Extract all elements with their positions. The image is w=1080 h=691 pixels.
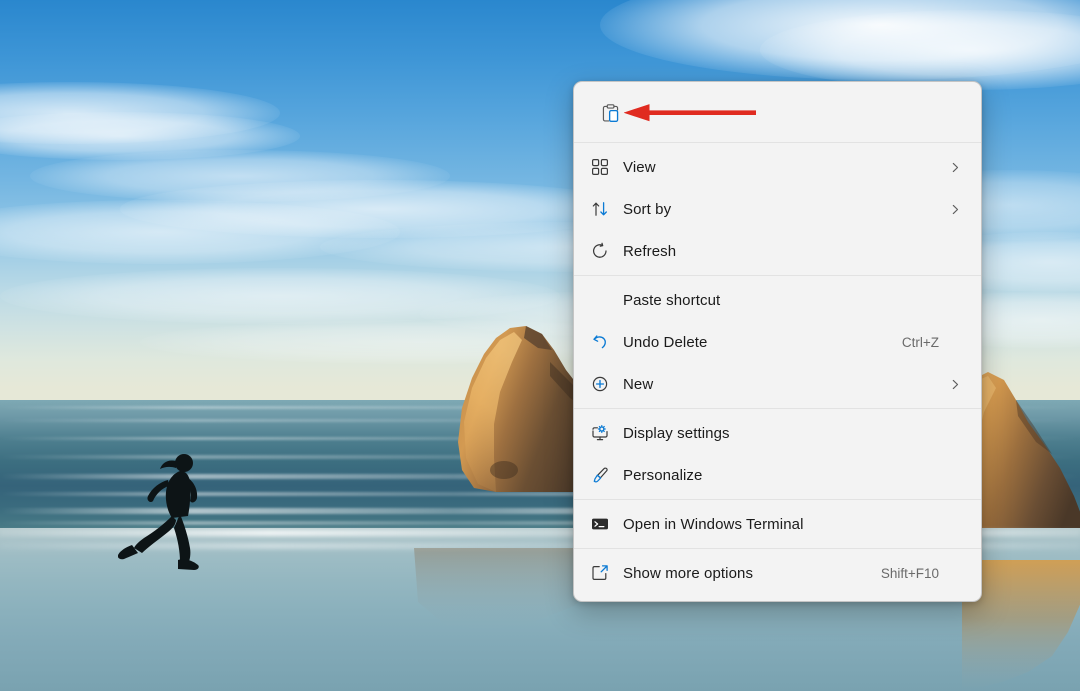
refresh-icon: [577, 230, 623, 272]
menu-item-label: Open in Windows Terminal: [623, 517, 939, 532]
terminal-icon: [577, 503, 623, 545]
display-settings-icon: [577, 412, 623, 454]
menu-item-sort-by[interactable]: Sort by: [577, 188, 978, 230]
menu-item-open-in-windows-terminal[interactable]: Open in Windows Terminal: [577, 503, 978, 545]
menu-item-undo-delete[interactable]: Undo Delete Ctrl+Z: [577, 321, 978, 363]
menu-item-label: Refresh: [623, 244, 939, 259]
paintbrush-icon: [577, 454, 623, 496]
no-icon: [577, 279, 623, 321]
desktop-context-menu[interactable]: View Sort by: [573, 81, 982, 602]
new-plus-icon: [577, 363, 623, 405]
menu-group-more: Show more options Shift+F10: [574, 549, 981, 597]
menu-group-terminal: Open in Windows Terminal: [574, 500, 981, 548]
chevron-right-icon: [945, 204, 965, 215]
menu-item-label: Display settings: [623, 426, 939, 441]
runner-silhouette: [118, 452, 228, 578]
menu-item-paste-shortcut[interactable]: Paste shortcut: [577, 279, 978, 321]
chevron-right-icon: [945, 379, 965, 390]
menu-item-label: View: [623, 160, 939, 175]
menu-group-edit: Paste shortcut Undo Delete Ctrl+Z: [574, 276, 981, 408]
annotation-arrow: [624, 104, 756, 122]
paste-button[interactable]: [592, 97, 628, 131]
sort-icon: [577, 188, 623, 230]
show-more-options-icon: [577, 552, 623, 594]
menu-group-view: View Sort by: [574, 143, 981, 275]
menu-item-personalize[interactable]: Personalize: [577, 454, 978, 496]
menu-item-show-more-options[interactable]: Show more options Shift+F10: [577, 552, 978, 594]
menu-item-display-settings[interactable]: Display settings: [577, 412, 978, 454]
menu-item-accelerator: Ctrl+Z: [902, 335, 939, 350]
menu-group-settings: Display settings Personalize: [574, 409, 981, 499]
menu-item-new[interactable]: New: [577, 363, 978, 405]
menu-item-accelerator: Shift+F10: [881, 566, 939, 581]
menu-item-label: Undo Delete: [623, 335, 902, 350]
menu-item-label: Paste shortcut: [623, 293, 939, 308]
grid-view-icon: [577, 146, 623, 188]
undo-icon: [577, 321, 623, 363]
desktop-wallpaper[interactable]: View Sort by: [0, 0, 1080, 691]
menu-item-label: Sort by: [623, 202, 939, 217]
menu-item-view[interactable]: View: [577, 146, 978, 188]
menu-item-label: Show more options: [623, 566, 881, 581]
chevron-right-icon: [945, 162, 965, 173]
paste-icon: [600, 103, 621, 124]
menu-item-label: New: [623, 377, 939, 392]
menu-item-refresh[interactable]: Refresh: [577, 230, 978, 272]
menu-item-label: Personalize: [623, 468, 939, 483]
